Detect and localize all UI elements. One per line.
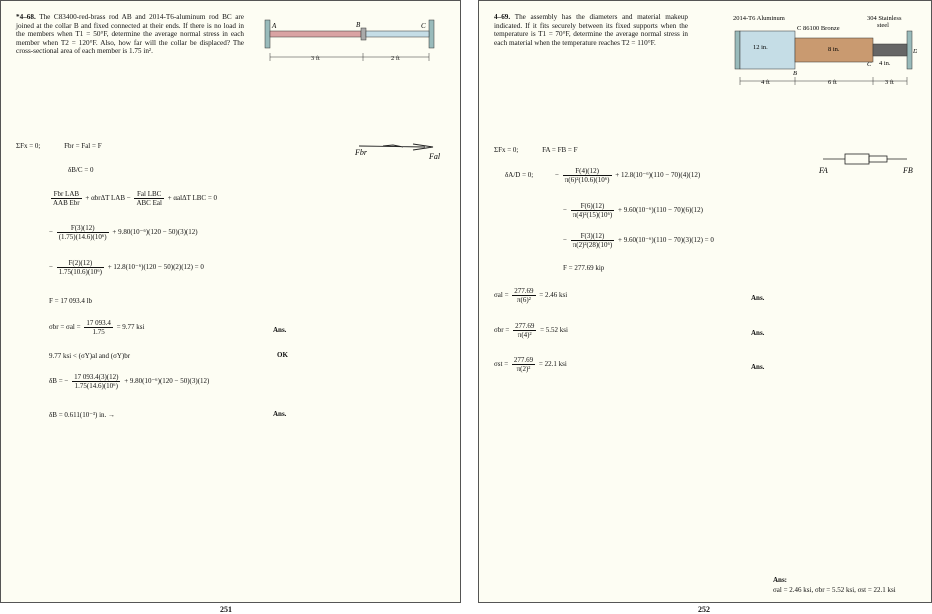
point-b-label: B <box>793 70 797 77</box>
assembly-figure: 2014-T6 Aluminum C 86100 Bronze 304 Stai… <box>733 15 917 86</box>
force-result: F = 17 093.4 lb <box>49 297 93 305</box>
fbd-left-label: Fbr <box>354 148 368 157</box>
final-answer-label: Ans: <box>773 576 788 584</box>
stress-eq: σbr = σal = 17 093.4 1.75 = 9.77 ksi <box>49 319 145 336</box>
problem-text: The assembly has the diameters and mater… <box>494 13 689 47</box>
displacement-eq: δB = − 17 093.4(3)(12) 1.75(14.6)(10⁶) + … <box>49 373 210 390</box>
answer-label: Ans. <box>751 329 765 337</box>
problem-statement: *4–68. The C83400-red-brass rod AB and 2… <box>16 13 244 56</box>
answer-label: Ans. <box>273 326 287 334</box>
point-c-label: C <box>421 22 426 30</box>
fbd-right-label: FB <box>902 166 913 175</box>
answer-label: Ans. <box>273 410 287 418</box>
rod-figure: A B C 3 ft 2 ft <box>264 19 435 62</box>
dim-bc: 2 ft <box>391 55 400 62</box>
problem-text: The C83400-red-brass rod AB and 2014-T6-… <box>16 13 244 55</box>
steel-label-1: 304 Stainless <box>867 15 902 22</box>
force-result: F = 277.69 kip <box>563 264 605 272</box>
equilibrium-eq: ΣFx = 0; FA = FB = F <box>494 146 578 154</box>
free-body-sketch: FA FB <box>818 153 913 175</box>
point-c-label: C <box>867 61 872 68</box>
substituted-eq-1: − F(3)(12) (1.75)(14.6)(10⁶) + 9.80(10⁻⁶)… <box>49 224 198 241</box>
point-d-label: D <box>912 48 917 55</box>
fbd-left-label: FA <box>818 166 828 175</box>
equilibrium-eq: ΣFx = 0; Fbr = Fal = F <box>16 142 102 150</box>
displacement-result: δB = 0.611(10⁻³) in. → <box>49 411 116 419</box>
stress-aluminum: σal = 277.69 π(6)² = 2.46 ksi <box>494 287 568 304</box>
dia-bronze: 8 in. <box>828 46 840 53</box>
bronze-label: C 86100 Bronze <box>797 25 840 32</box>
len-aluminum: 4 ft <box>761 79 770 86</box>
ok-label: OK <box>277 351 288 359</box>
yield-check: 9.77 ksi < (σY)al and (σY)br <box>49 352 131 360</box>
deformation-eq: Fbr LAB AAB Ebr + αbrΔT LAB − Fal LBC ABC … <box>51 190 218 207</box>
answer-label: Ans. <box>751 363 765 371</box>
compatibility-eq-2: − F(6)(12) π(4)²(15)(10⁶) + 9.60(10⁻⁶)(11… <box>563 202 703 219</box>
free-body-sketch: Fbr Fal <box>354 143 441 161</box>
point-b-label: B <box>356 21 361 29</box>
left-page: *4–68. The C83400-red-brass rod AB and 2… <box>0 0 461 603</box>
stress-steel: σst = 277.69 π(2)² = 22.1 ksi <box>494 356 567 373</box>
dia-steel: 4 in. <box>879 60 891 67</box>
problem-statement: 4–69. The assembly has the diameters and… <box>494 13 688 47</box>
steel-label-2: steel <box>877 22 889 29</box>
compatibility-eq: δB/C = 0 <box>68 166 94 174</box>
answer-label: Ans. <box>751 294 765 302</box>
dim-ab: 3 ft <box>311 55 320 62</box>
page-number: 252 <box>698 605 710 614</box>
problem-number: *4–68. <box>16 13 36 21</box>
final-answer-text: σal = 2.46 ksi, σbr = 5.52 ksi, σst = 22… <box>773 586 896 594</box>
compatibility-eq-1: δA/D = 0; − F(4)(12) π(6)²(10.6)(10⁶) + 1… <box>505 167 701 184</box>
point-a-label: A <box>271 22 277 30</box>
stress-bronze: σbr = 277.69 π(4)² = 5.52 ksi <box>494 322 568 339</box>
dia-aluminum: 12 in. <box>753 44 768 51</box>
len-steel: 3 ft <box>885 79 894 86</box>
right-page: 4–69. The assembly has the diameters and… <box>478 0 932 603</box>
aluminum-label: 2014-T6 Aluminum <box>733 15 785 22</box>
problem-number: 4–69. <box>494 13 511 21</box>
fbd-right-label: Fal <box>428 152 441 161</box>
compatibility-eq-3: − F(3)(12) π(2)²(28)(10⁶) + 9.60(10⁻⁶)(11… <box>563 232 714 249</box>
page-number: 251 <box>220 605 232 614</box>
substituted-eq-2: − F(2)(12) 1.75(10.6)(10⁶) + 12.8(10⁻⁶)(1… <box>49 259 204 276</box>
len-bronze: 6 ft <box>828 79 837 86</box>
